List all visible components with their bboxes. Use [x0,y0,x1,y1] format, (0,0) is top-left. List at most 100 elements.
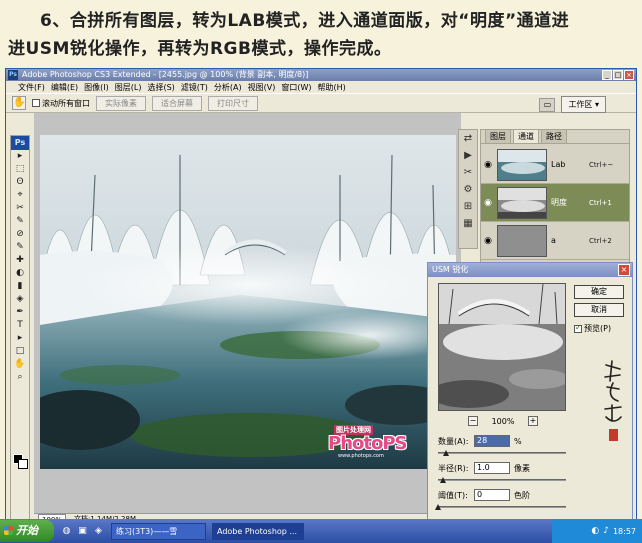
eraser-tool-icon[interactable]: ▮ [11,280,29,293]
channel-thumbnail [497,224,547,257]
dialog-title-bar[interactable]: USM 锐化 × [428,263,632,277]
menu-filter[interactable]: 滤镜(T) [181,82,208,93]
watermark-url-text: www.photops.com [338,453,384,459]
tab-layers[interactable]: 图层 [485,129,511,143]
hand-tool-icon[interactable]: ✋ [12,96,26,110]
menu-select[interactable]: 选择(S) [147,82,174,93]
background-color-swatch[interactable] [18,459,28,469]
visibility-eye-icon[interactable]: ◉ [481,198,495,208]
taskbar-item-photoshop[interactable]: Adobe Photoshop ... [212,522,304,540]
start-button[interactable]: 开始 [0,520,54,542]
clock: 18:57 [612,526,636,536]
channel-name: Lab [551,160,566,169]
actions-icon[interactable]: ▶ [459,147,477,164]
menu-view[interactable]: 视图(V) [248,82,276,93]
document-canvas-area: 图片处理网 PhotoPS www.photops.com [34,113,461,513]
channels-panel: 图层 通道 路径 ◉ Lab Ctrl+~ ◉ 明度 Ctrl+1 ◉ a Ct… [480,129,630,269]
preview-checkbox[interactable] [574,323,582,333]
menu-help[interactable]: 帮助(H) [318,82,346,93]
zoom-tool-icon[interactable]: ⌕ [11,371,29,384]
threshold-row: 阈值(T): 0 色阶 [438,489,530,501]
crop-tool-icon[interactable]: ✂ [11,202,29,215]
system-tray: ◐ ♪ 18:57 [552,519,642,543]
fit-screen-button[interactable]: 适合屏幕 [152,95,202,111]
amount-input[interactable]: 28 [474,435,510,447]
desktop-icon[interactable]: ▣ [76,525,89,538]
layer-comps-icon[interactable]: ▦ [459,215,477,232]
menu-image[interactable]: 图像(I) [84,82,109,93]
menu-edit[interactable]: 编辑(E) [51,82,78,93]
eyedropper-tool-icon[interactable]: ✎ [11,215,29,228]
ime-icon[interactable]: ◐ [591,526,599,536]
shape-tool-icon[interactable]: □ [11,345,29,358]
browser-icon[interactable]: ◍ [60,525,73,538]
visibility-eye-icon[interactable]: ◉ [481,236,495,246]
threshold-input[interactable]: 0 [474,489,510,501]
radius-row: 半径(R): 1.0 像素 [438,462,530,474]
healing-brush-tool-icon[interactable]: ⊘ [11,228,29,241]
cancel-button[interactable]: 取消 [574,303,624,317]
ps-logo: Ps [11,136,29,150]
maximize-button[interactable]: □ [613,70,623,80]
window-title: Adobe Photoshop CS3 Extended - [2455.jpg… [22,70,309,79]
magic-wand-tool-icon[interactable]: ⌖ [11,189,29,202]
preview-zoom-value: 100% [491,416,515,426]
gradient-tool-icon[interactable]: ◈ [11,293,29,306]
channel-row-a[interactable]: ◉ a Ctrl+2 [481,222,629,260]
media-icon[interactable]: ◈ [92,525,105,538]
ps-app-icon: Ps [8,70,18,80]
move-tool-icon[interactable]: ▸ [11,150,29,163]
threshold-slider-knob[interactable] [435,504,441,510]
calligraphy-seal-decoration [604,360,622,441]
menu-file[interactable]: 文件(F) [18,82,45,93]
palette-well-icon[interactable]: ▭ [539,97,556,112]
caption-line-2: 进USM锐化操作，再转为RGB模式，操作完成。 [8,39,392,59]
amount-slider-knob[interactable] [442,450,449,456]
marquee-tool-icon[interactable]: ⬚ [11,163,29,176]
channel-row-lightness[interactable]: ◉ 明度 Ctrl+1 [481,184,629,222]
preview-option[interactable]: 预览(P) [574,323,611,334]
scroll-all-windows-option[interactable]: 滚动所有窗口 [32,98,90,109]
taskbar-item-folder[interactable]: 练习(3T3)——雪 [111,522,206,540]
title-bar[interactable]: Ps Adobe Photoshop CS3 Extended - [2455.… [6,69,636,81]
radius-slider[interactable] [438,477,566,483]
ok-button[interactable]: 确定 [574,285,624,299]
brush-tool-icon[interactable]: ✎ [11,241,29,254]
actual-pixels-button[interactable]: 实际像素 [96,95,146,111]
clone-stamp-tool-icon[interactable]: ✚ [11,254,29,267]
menu-window[interactable]: 窗口(W) [281,82,311,93]
amount-slider[interactable] [438,450,566,456]
threshold-slider[interactable] [435,504,566,510]
navigator-icon[interactable]: ⇄ [459,130,477,147]
pen-tool-icon[interactable]: ✒ [11,306,29,319]
print-size-button[interactable]: 打印尺寸 [208,95,258,111]
preview-zoom-control: − 100% + [468,416,538,426]
workspace-button[interactable]: 工作区 ▾ [561,96,606,113]
path-selection-tool-icon[interactable]: ▸ [11,332,29,345]
volume-icon[interactable]: ♪ [603,526,609,536]
radius-slider-knob[interactable] [440,477,447,483]
hand-tool-icon[interactable]: ✋ [11,358,29,371]
clone-source-icon[interactable]: ⊞ [459,198,477,215]
zoom-in-button[interactable]: + [528,416,538,426]
tab-channels[interactable]: 通道 [513,129,539,143]
radius-input[interactable]: 1.0 [474,462,510,474]
type-tool-icon[interactable]: T [11,319,29,332]
channel-row-lab[interactable]: ◉ Lab Ctrl+~ [481,146,629,184]
minimize-button[interactable]: _ [602,70,612,80]
scroll-all-checkbox[interactable] [32,99,40,107]
history-brush-tool-icon[interactable]: ◐ [11,267,29,280]
tab-paths[interactable]: 路径 [541,129,567,143]
menu-analysis[interactable]: 分析(A) [214,82,242,93]
close-button[interactable]: × [624,70,634,80]
zoom-out-button[interactable]: − [468,416,478,426]
window-controls: _ □ × [602,70,634,80]
dialog-close-icon[interactable]: × [618,264,630,276]
lasso-tool-icon[interactable]: ʘ [11,176,29,189]
tool-presets-icon[interactable]: ✂ [459,164,477,181]
menu-layer[interactable]: 图层(L) [115,82,142,93]
brushes-icon[interactable]: ⚙ [459,181,477,198]
snow-river-photo[interactable]: 图片处理网 PhotoPS www.photops.com [40,135,456,469]
visibility-eye-icon[interactable]: ◉ [481,160,495,170]
usm-preview-image[interactable] [438,283,566,411]
